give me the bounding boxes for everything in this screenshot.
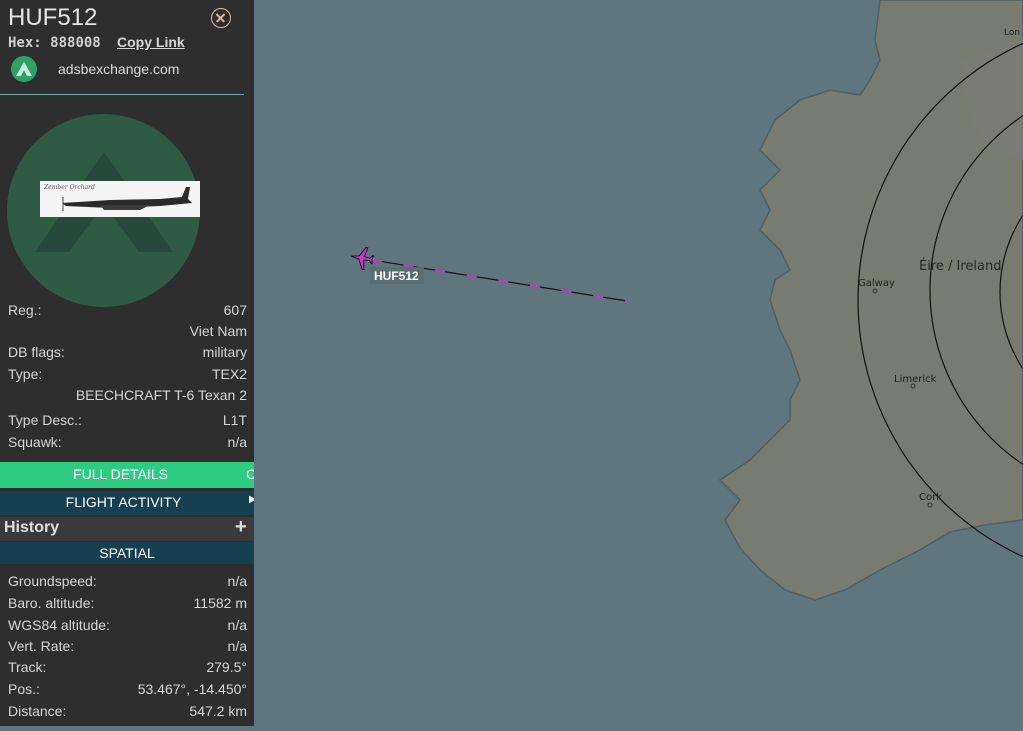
- baro-altitude-value: 11582 m: [193, 595, 247, 611]
- flight-activity-label: FLIGHT ACTIVITY: [65, 494, 182, 510]
- position-value: 53.467°, -14.450°: [137, 681, 247, 697]
- squawk-label: Squawk:: [8, 434, 62, 450]
- squawk-value: n/a: [227, 434, 247, 450]
- aircraft-photo[interactable]: Zember Orchard: [40, 181, 200, 217]
- history-title: History: [4, 519, 60, 536]
- wgs84-altitude-value: n/a: [227, 617, 247, 633]
- wgs84-altitude-label: WGS84 altitude:: [8, 617, 110, 633]
- site-link[interactable]: adsbexchange.com: [58, 61, 179, 77]
- callsign-title: HUF512: [8, 4, 98, 31]
- hex-value: 888008: [50, 35, 101, 51]
- dbflags-value: military: [202, 344, 247, 360]
- copy-link[interactable]: Copy Link: [117, 34, 185, 50]
- city-label-galway: Galway: [858, 278, 895, 289]
- svg-text:Zember Orchard: Zember Orchard: [43, 184, 95, 191]
- vert-rate-label: Vert. Rate:: [8, 638, 75, 654]
- type-label: Type:: [8, 366, 43, 382]
- type-value: TEX2: [211, 366, 247, 382]
- groundspeed-label: Groundspeed:: [8, 573, 97, 589]
- city-label-limerick: Limerick: [894, 374, 937, 385]
- baro-altitude-label: Baro. altitude:: [8, 595, 95, 611]
- track-label: Track:: [8, 659, 47, 675]
- typedesc-label: Type Desc.:: [8, 412, 82, 428]
- flight-activity-button[interactable]: FLIGHT ACTIVITY ▶: [0, 491, 254, 515]
- hex-row: Hex: 888008: [8, 35, 101, 51]
- spatial-section-header[interactable]: SPATIAL: [0, 542, 254, 564]
- groundspeed-value: n/a: [227, 573, 247, 589]
- full-details-extra: C: [246, 466, 254, 482]
- divider: [0, 94, 244, 95]
- dbflags-label: DB flags:: [8, 344, 65, 360]
- full-details-button[interactable]: FULL DETAILS C: [0, 462, 254, 488]
- hex-label: Hex:: [8, 35, 42, 51]
- full-details-label: FULL DETAILS: [73, 466, 168, 482]
- aircraft-info-panel: HUF512 Hex: 888008 Copy Link adsbexchang…: [0, 0, 254, 726]
- reg-label: Reg.:: [8, 302, 42, 318]
- city-label-cork: Cork: [919, 492, 942, 503]
- distance-value: 547.2 km: [189, 703, 247, 719]
- typedesc-value: L1T: [222, 412, 247, 428]
- country-label: Éire / Ireland: [919, 258, 1002, 274]
- history-section-header[interactable]: History +: [0, 516, 254, 541]
- corner-label: Lon: [1004, 28, 1020, 38]
- position-label: Pos.:: [8, 681, 40, 697]
- aircraft-label: HUF512: [374, 269, 419, 283]
- track-value: 279.5°: [206, 659, 247, 675]
- expand-plus-icon[interactable]: +: [235, 516, 247, 539]
- map-canvas[interactable]: Galway Limerick Cork Éire / Ireland Lon …: [254, 0, 1023, 726]
- type-full-value: BEECHCRAFT T-6 Texan 2: [75, 387, 247, 403]
- distance-label: Distance:: [8, 703, 67, 719]
- map-view[interactable]: Galway Limerick Cork Éire / Ireland Lon …: [254, 0, 1023, 726]
- vert-rate-value: n/a: [227, 638, 247, 654]
- reg-value: 607: [223, 302, 247, 318]
- adsbexchange-logo-icon[interactable]: [11, 56, 37, 82]
- close-icon[interactable]: [211, 8, 231, 28]
- country-value: Viet Nam: [189, 323, 247, 339]
